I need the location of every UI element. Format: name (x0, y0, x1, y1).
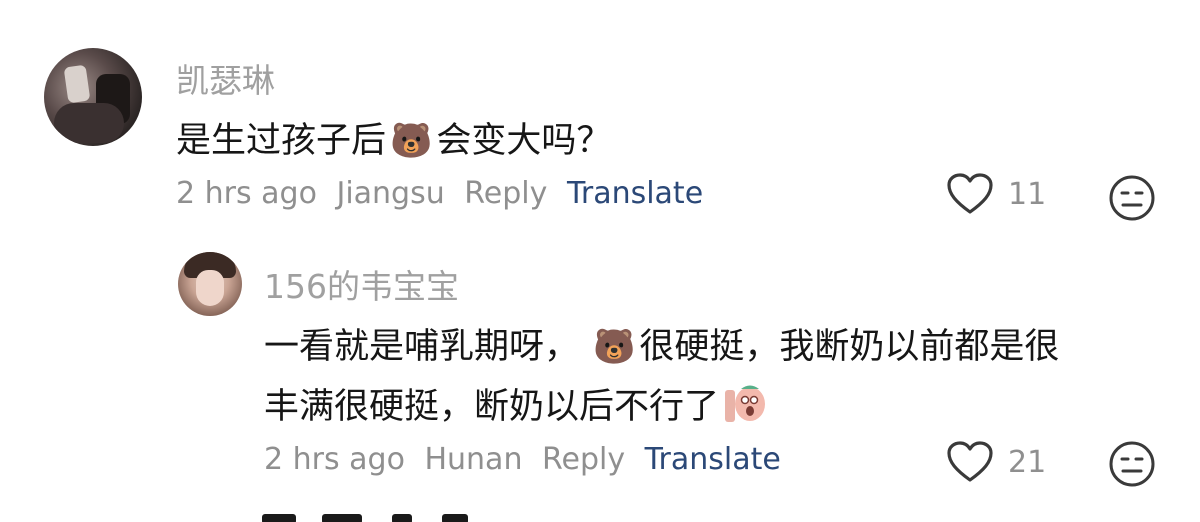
reply-text-line-2: 丰满很硬挺，断奶以后不行了 (264, 378, 767, 429)
comment-time: 2 hrs ago (176, 176, 317, 211)
reply-time: 2 hrs ago (264, 442, 405, 477)
like-button[interactable]: 21 (946, 440, 1046, 484)
comment-text: 是生过孩子后 🐻 会变大吗？ (176, 112, 611, 163)
like-count: 21 (1008, 444, 1047, 480)
avatar[interactable] (44, 48, 142, 146)
comment-username[interactable]: 凯瑟琳 (176, 54, 275, 102)
heart-outline-icon (947, 441, 993, 482)
crying-sticker-icon (725, 385, 766, 422)
comment-text-part: 是生过孩子后 (176, 121, 387, 161)
reply-text-part: 一看就是哺乳期呀， (264, 327, 580, 367)
avatar-detail (196, 270, 224, 306)
reply-button[interactable]: Reply (464, 176, 547, 211)
like-button[interactable]: 11 (946, 172, 1046, 216)
reply-text-line-1: 一看就是哺乳期呀， 🐻 很硬挺，我断奶以前都是很 (264, 318, 1059, 369)
face-icon[interactable] (1108, 440, 1156, 492)
comment-text-part: 会变大吗？ (436, 121, 612, 161)
comment-meta: 2 hrs ago Jiangsu Reply Translate (176, 176, 703, 211)
translate-button[interactable]: Translate (567, 176, 703, 211)
avatar-detail (63, 64, 91, 104)
bear-emoji-icon: 🐻 (390, 121, 433, 161)
avatar-detail (54, 103, 124, 143)
like-count: 11 (1008, 176, 1047, 212)
reply-text-part: 丰满很硬挺，断奶以后不行了 (264, 387, 720, 427)
reply-button[interactable]: Reply (542, 442, 625, 477)
heart-outline-icon (947, 173, 993, 214)
translate-button[interactable]: Translate (645, 442, 781, 477)
reply-meta: 2 hrs ago Hunan Reply Translate (264, 442, 781, 477)
comment-location: Jiangsu (336, 176, 445, 211)
reply-location: Hunan (424, 442, 523, 477)
avatar[interactable] (178, 252, 242, 316)
face-icon[interactable] (1108, 174, 1156, 226)
reply-username[interactable]: 156的韦宝宝 (264, 260, 459, 308)
reply-text-part: 很硬挺，我断奶以前都是很 (639, 327, 1060, 367)
bear-emoji-icon: 🐻 (593, 327, 636, 367)
